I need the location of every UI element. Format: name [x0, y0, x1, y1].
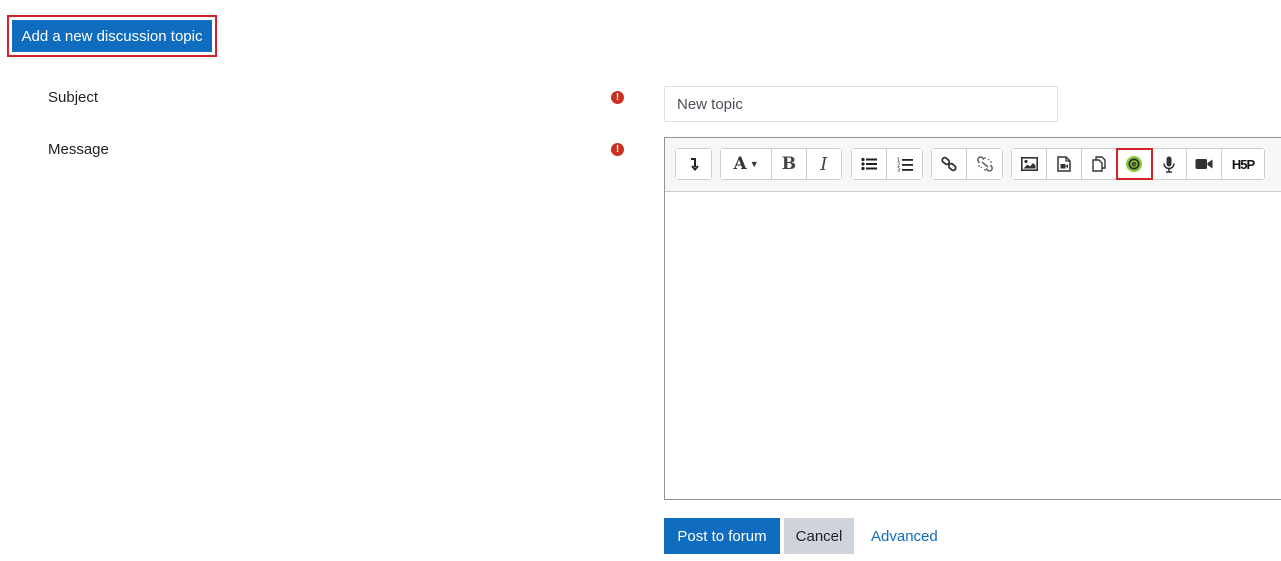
manage-files-button[interactable]: [1082, 149, 1117, 179]
cancel-button[interactable]: Cancel: [784, 518, 854, 554]
advanced-link[interactable]: Advanced: [871, 528, 938, 545]
toolbar-group-media: e H5P: [1011, 148, 1265, 180]
subject-label: Subject: [48, 89, 99, 106]
editor-content-area[interactable]: [665, 192, 1281, 499]
media-file-icon: [1057, 156, 1071, 172]
bullet-list-icon: [861, 157, 877, 171]
image-icon: [1020, 157, 1038, 171]
add-topic-highlight: Add a new discussion topic: [7, 15, 217, 57]
microphone-icon: [1163, 156, 1175, 173]
bold-icon: B: [781, 154, 797, 174]
insert-media-button[interactable]: [1047, 149, 1082, 179]
toolbar-group-links: [931, 148, 1003, 180]
embed-question-button[interactable]: e: [1116, 148, 1153, 180]
message-editor: A ▼ B I 1 2 3 e H5P: [664, 137, 1281, 500]
toolbar-group-style: A ▼ B I: [720, 148, 842, 180]
svg-text:e: e: [1131, 160, 1136, 169]
link-button[interactable]: [932, 149, 967, 179]
unlink-icon: [976, 156, 993, 172]
svg-text:3: 3: [897, 167, 900, 172]
message-required-icon: !: [611, 143, 624, 156]
editor-toolbar: A ▼ B I 1 2 3 e H5P: [665, 138, 1281, 192]
font-style-icon: A: [733, 154, 747, 174]
record-audio-button[interactable]: [1152, 149, 1187, 179]
italic-button[interactable]: I: [806, 149, 842, 179]
record-video-button[interactable]: [1187, 149, 1222, 179]
message-label: Message: [48, 141, 109, 158]
subject-required-icon: !: [611, 91, 624, 104]
add-discussion-topic-button[interactable]: Add a new discussion topic: [12, 20, 212, 52]
files-icon: [1092, 156, 1106, 172]
post-to-forum-button[interactable]: Post to forum: [664, 518, 780, 554]
insert-image-button[interactable]: [1012, 149, 1047, 179]
embed-question-icon: e: [1126, 156, 1142, 172]
show-more-buttons-button[interactable]: [676, 149, 711, 179]
link-icon: [941, 156, 957, 172]
video-camera-icon: [1195, 159, 1213, 169]
unordered-list-button[interactable]: [852, 149, 887, 179]
insert-h5p-button[interactable]: H5P: [1222, 149, 1264, 179]
caret-down-icon: ▼: [749, 159, 759, 169]
bold-button[interactable]: B: [772, 149, 807, 179]
italic-icon: I: [820, 153, 828, 175]
arrow-down-icon: [690, 158, 699, 171]
subject-input[interactable]: [664, 86, 1058, 122]
toolbar-group-lists: 1 2 3: [851, 148, 923, 180]
unlink-button[interactable]: [967, 149, 1002, 179]
paragraph-style-button[interactable]: A ▼: [721, 149, 773, 179]
h5p-icon: H5P: [1231, 156, 1255, 172]
toolbar-group-collapse: [675, 148, 712, 180]
ordered-list-button[interactable]: 1 2 3: [887, 149, 922, 179]
numbered-list-icon: 1 2 3: [897, 157, 913, 172]
